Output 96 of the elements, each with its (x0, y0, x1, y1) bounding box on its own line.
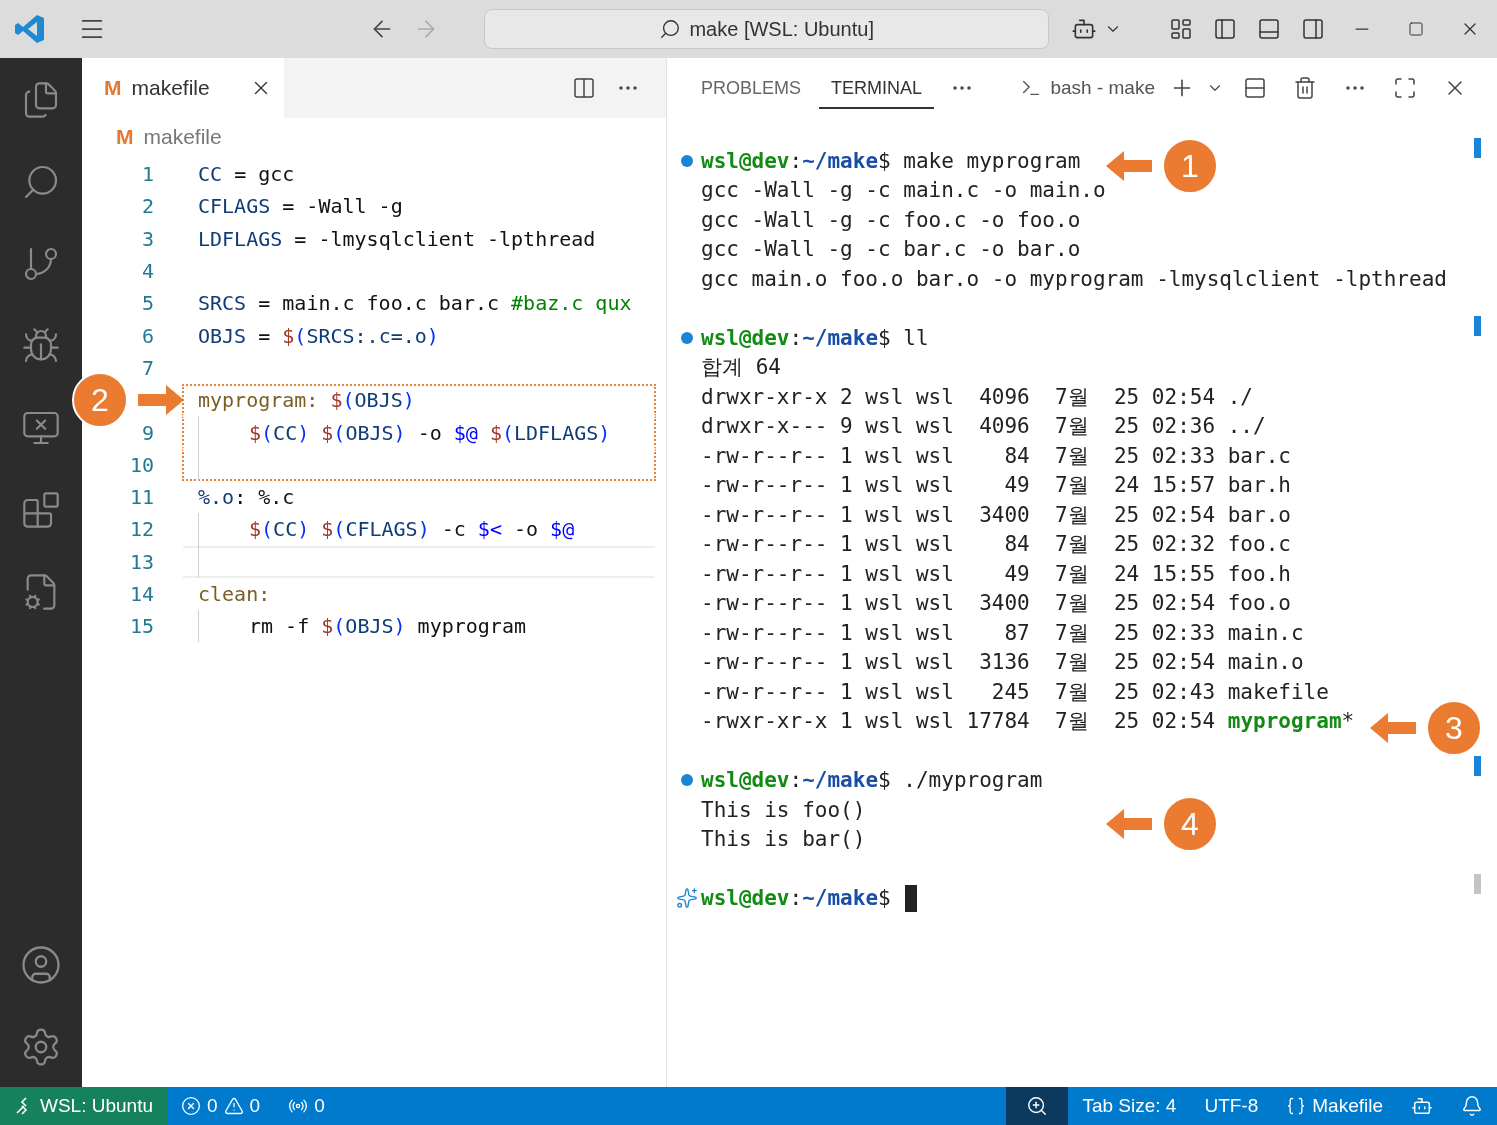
sidebar-icon[interactable] (1213, 17, 1237, 41)
tab-size-indicator[interactable]: Tab Size: 4 (1068, 1087, 1191, 1125)
line-number: 9 (141, 420, 154, 445)
editor-tab[interactable]: M makefile (82, 58, 284, 118)
terminal-output: gcc main.o foo.o bar.o -o myprogram -lmysqlclient -lpthread (701, 266, 1447, 291)
terminal-output: -rw-r--r-- 1 wsl wsl 3136 7월 25 02:54 main.o (701, 649, 1304, 677)
code-line: rm -f $(OBJS) myprogram (249, 614, 526, 639)
breadcrumb[interactable]: makefile (143, 125, 222, 149)
command-status-dot[interactable] (681, 331, 693, 344)
panel-tab[interactable]: PROBLEMS (689, 67, 814, 109)
secondary-sidebar-icon[interactable] (1301, 17, 1325, 41)
terminal-selector[interactable]: bash - make (1020, 77, 1161, 99)
line-number: 13 (129, 549, 154, 574)
terminal-output: This is foo() (701, 797, 866, 822)
encoding-indicator[interactable]: UTF-8 (1190, 1087, 1273, 1125)
problems-indicator[interactable]: 0 0 (167, 1087, 275, 1125)
command-center[interactable]: make [WSL: Ubuntu] (484, 9, 1050, 49)
arrow-icon (1106, 809, 1152, 839)
scroll-marker (1474, 874, 1481, 894)
terminal-output: gcc -Wall -g -c main.c -o main.o (701, 178, 1106, 203)
code-line: myprogram: $(OBJS) (198, 388, 415, 413)
terminal-output: This is bar() (701, 827, 866, 852)
copilot-icon[interactable] (1411, 1095, 1433, 1117)
split-editor-icon[interactable] (572, 76, 596, 100)
language-indicator[interactable]: Makefile (1272, 1087, 1397, 1125)
terminal-output: 합계 64 (701, 354, 781, 382)
line-number: 12 (129, 517, 154, 542)
warning-icon (223, 1096, 244, 1116)
remote-indicator[interactable]: WSL: Ubuntu (0, 1087, 167, 1125)
account-icon[interactable] (20, 944, 62, 986)
line-number: 14 (129, 582, 154, 606)
code-line: %.o: %.c (198, 485, 295, 510)
command-status-dot[interactable] (681, 774, 693, 787)
terminal-output: gcc -Wall -g -c bar.c -o bar.o (701, 237, 1081, 262)
code-line: LDFLAGS = -lmysqlclient -lpthread (198, 226, 596, 251)
scroll-marker (1474, 316, 1481, 336)
app-logo-icon (14, 13, 46, 45)
terminal-output: -rwxr-xr-x 1 wsl wsl 17784 7월 25 02:54 myprogram* (701, 708, 1355, 736)
terminal-output: -rw-r--r-- 1 wsl wsl 245 7월 25 02:43 makefile (701, 678, 1329, 706)
panel-icon[interactable] (1257, 17, 1281, 41)
terminal-output: -rw-r--r-- 1 wsl wsl 49 7월 24 15:57 bar.h (701, 472, 1291, 500)
line-number: 6 (141, 323, 154, 348)
terminal-output: -rw-r--r-- 1 wsl wsl 3400 7월 25 02:54 foo.o (701, 590, 1291, 618)
terminal-output: gcc -Wall -g -c foo.c -o foo.o (701, 207, 1081, 232)
code-line: clean: (198, 582, 271, 606)
terminal-output: -rw-r--r-- 1 wsl wsl 49 7월 24 15:55 foo.h (701, 560, 1291, 588)
code-line: SRCS = main.c foo.c bar.c #baz.c qux (198, 291, 632, 316)
step-number-badge: 1 (1162, 138, 1218, 194)
line-number: 11 (129, 485, 154, 510)
step-number-badge: 2 (72, 372, 128, 428)
arrow-icon (1370, 713, 1416, 743)
code-line: CFLAGS = -Wall -g (198, 194, 403, 219)
split-terminal-icon[interactable] (1243, 76, 1267, 100)
code-line: CC = gcc (198, 162, 295, 187)
code-line: $(CC) $(OBJS) -o $@ $(LDFLAGS) (249, 420, 611, 445)
command-status-dot[interactable] (681, 154, 693, 167)
terminal-output: -rw-r--r-- 1 wsl wsl 3400 7월 25 02:54 bar.o (701, 501, 1291, 529)
layout-icon[interactable] (1169, 17, 1193, 41)
terminal-output: -rw-r--r-- 1 wsl wsl 84 7월 25 02:33 bar.c (701, 442, 1291, 470)
line-number: 3 (141, 226, 154, 251)
terminal-output: drwxr-xr-x 2 wsl wsl 4096 7월 25 02:54 ./ (701, 383, 1253, 411)
arrow-icon (1106, 151, 1152, 181)
terminal-output: -rw-r--r-- 1 wsl wsl 87 7월 25 02:33 main.c (701, 619, 1304, 647)
line-number: 2 (141, 194, 154, 219)
sparkle-icon[interactable] (676, 887, 698, 910)
code-line: OBJS = $(SRCS:.c=.o) (198, 323, 439, 348)
line-number: 10 (129, 452, 154, 477)
terminal-prompt: wsl@dev:~/make$ ./myprogram (701, 768, 1043, 793)
line-number: 4 (141, 259, 154, 284)
error-icon (181, 1096, 201, 1116)
braces-icon (1286, 1096, 1307, 1116)
ports-indicator[interactable]: 0 (274, 1087, 339, 1125)
terminal-prompt: wsl@dev:~/make$ make myprogram (701, 148, 1081, 173)
step-number-badge: 3 (1426, 700, 1482, 756)
terminal-prompt: wsl@dev:~/make$ (701, 886, 891, 911)
terminal-output: -rw-r--r-- 1 wsl wsl 84 7월 25 02:32 foo.c (701, 531, 1291, 559)
zoom-icon[interactable] (1026, 1095, 1049, 1117)
line-number: 1 (141, 162, 154, 187)
bell-icon[interactable] (1461, 1095, 1483, 1117)
line-number: 15 (129, 614, 154, 639)
terminal-prompt: wsl@dev:~/make$ ll (701, 325, 929, 350)
step-number-badge: 4 (1162, 796, 1218, 852)
file-type-icon: M (116, 125, 134, 149)
maximize-panel-icon[interactable] (1393, 76, 1417, 100)
maximize-icon[interactable] (1408, 21, 1424, 37)
search-icon (659, 18, 682, 40)
trash-icon[interactable] (1293, 76, 1317, 100)
scroll-marker (1474, 756, 1481, 776)
code-line: $(CC) $(CFLAGS) -c $< -o $@ (249, 517, 575, 542)
extensions-icon[interactable] (21, 490, 61, 530)
file-type-icon: M (104, 76, 122, 100)
panel-tab[interactable]: TERMINAL (819, 67, 935, 109)
line-number: 5 (141, 291, 154, 316)
scroll-marker (1474, 138, 1481, 158)
terminal-output: drwxr-x--- 9 wsl wsl 4096 7월 25 02:36 ../ (701, 413, 1266, 441)
line-number: 7 (141, 355, 154, 380)
